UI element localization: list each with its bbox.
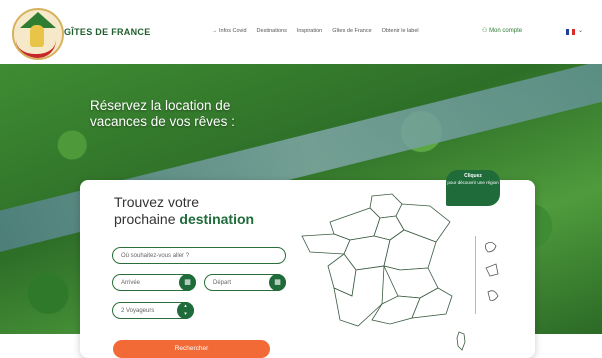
- travellers-value: 2 Voyageurs: [121, 308, 155, 314]
- site-header: GÎTES DE FRANCE → Infos Covid Destinatio…: [0, 0, 602, 64]
- user-icon: ⚇: [482, 28, 488, 34]
- map-region-brittany: [301, 233, 351, 255]
- chevron-down-icon[interactable]: ⌄: [578, 27, 583, 34]
- france-regions-map[interactable]: [300, 192, 470, 332]
- account-link[interactable]: ⚇ Mon compte: [482, 27, 522, 34]
- arrival-placeholder: Arrivée: [121, 280, 141, 286]
- destination-input[interactable]: Où souhaitez-vous aller ?: [112, 247, 286, 264]
- nav-item-gites-de-france[interactable]: Gîtes de France: [332, 28, 371, 34]
- search-title: Trouvez votre prochaine destination: [114, 194, 314, 228]
- search-title-line1: Trouvez votre: [114, 194, 200, 210]
- nav-item-inspiration[interactable]: Inspiration: [297, 28, 322, 34]
- map-divider: [475, 236, 476, 314]
- gites-de-france-logo[interactable]: [12, 8, 64, 60]
- nav-item-destinations[interactable]: Destinations: [257, 28, 287, 34]
- brand-name[interactable]: GÎTES DE FRANCE: [64, 27, 151, 37]
- logo-arc-shape: [16, 40, 56, 58]
- flag-fr-icon[interactable]: [566, 29, 575, 35]
- overseas-territories: [484, 242, 499, 301]
- map-hint-text: pour découvrir une région: [447, 179, 499, 185]
- calendar-icon[interactable]: ▦: [179, 274, 196, 291]
- arrival-date-field[interactable]: Arrivée ▦: [112, 274, 196, 291]
- overseas-territory-2[interactable]: [485, 263, 499, 277]
- account-label: Mon compte: [489, 28, 523, 34]
- search-button[interactable]: Rechercher: [113, 340, 270, 358]
- hero-title: Réservez la location de vacances de vos …: [90, 98, 235, 129]
- travellers-field[interactable]: 2 Voyageurs ▴ ▾: [112, 302, 194, 319]
- departure-date-field[interactable]: Départ ▦: [204, 274, 286, 291]
- nav-item-covid[interactable]: → Infos Covid: [212, 28, 247, 34]
- nav-item-label[interactable]: Obtenir le label: [382, 28, 419, 34]
- search-title-highlight: destination: [179, 211, 255, 227]
- overseas-territory-3[interactable]: [487, 290, 499, 301]
- departure-placeholder: Départ: [213, 280, 232, 286]
- calendar-icon[interactable]: ▦: [269, 274, 286, 291]
- map-region-corsica[interactable]: [454, 330, 468, 352]
- destination-placeholder: Où souhaitez-vous aller ?: [121, 253, 190, 259]
- travellers-stepper-icon[interactable]: ▴ ▾: [177, 302, 194, 319]
- search-title-prefix: prochaine: [114, 211, 176, 227]
- overseas-territory-1[interactable]: [484, 242, 497, 253]
- main-nav: → Infos Covid Destinations Inspiration G…: [212, 28, 419, 34]
